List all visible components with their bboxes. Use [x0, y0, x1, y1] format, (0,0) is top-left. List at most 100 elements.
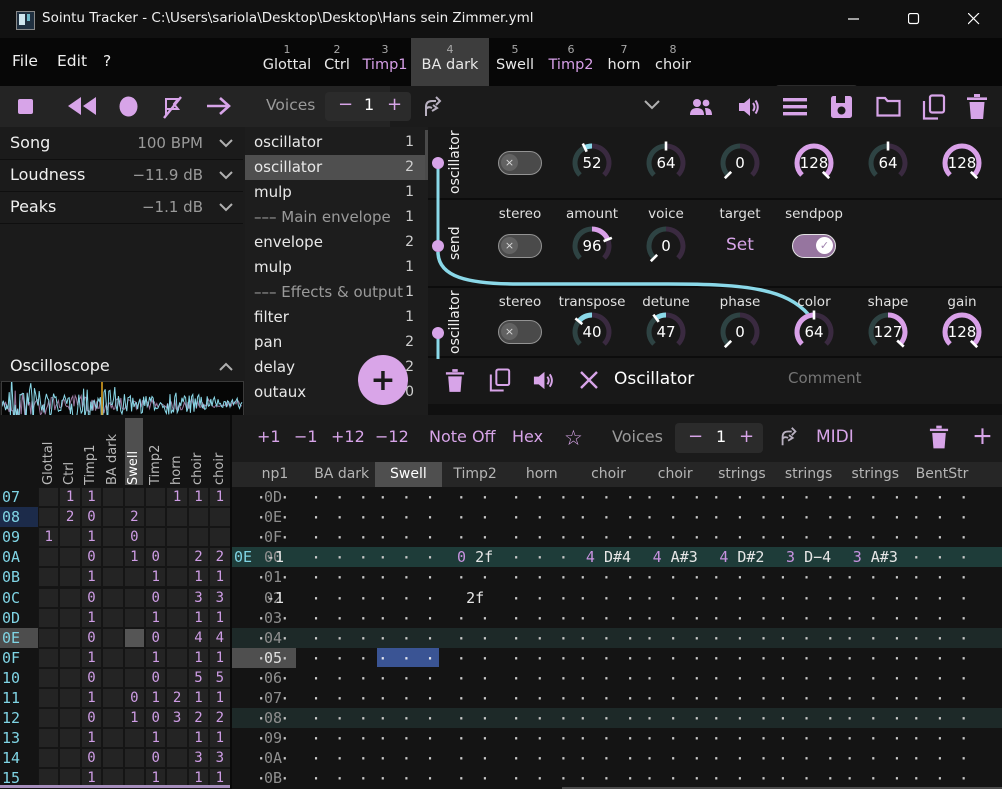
order-cell[interactable] — [102, 748, 123, 768]
order-cell[interactable] — [59, 628, 80, 648]
order-cell[interactable] — [102, 708, 123, 728]
order-cell[interactable]: 1 — [145, 648, 166, 668]
rewind-icon[interactable] — [68, 97, 96, 115]
copy-icon[interactable] — [489, 368, 511, 392]
order-cell[interactable] — [145, 527, 166, 547]
note-cell[interactable]: · · — [242, 748, 309, 770]
order-cell[interactable] — [124, 728, 145, 748]
note-cell[interactable]: · · · — [375, 728, 442, 750]
order-cell[interactable] — [166, 648, 187, 668]
note-cell[interactable]: · · — [242, 648, 309, 670]
stop-icon[interactable] — [18, 99, 33, 114]
note-cell[interactable]: 0 2f — [442, 547, 509, 567]
menu-icon[interactable] — [783, 97, 807, 117]
note-cell[interactable]: · · — [442, 668, 509, 690]
order-cell[interactable]: 0 — [81, 748, 102, 768]
note-toolbar-button-+12[interactable]: +12 — [331, 427, 365, 446]
note-track-header-choir-5[interactable]: choir — [575, 462, 642, 487]
note-cell[interactable]: · · · — [508, 567, 575, 589]
order-cell[interactable] — [38, 547, 59, 567]
note-cell[interactable]: · · · — [842, 588, 909, 610]
folder-icon[interactable] — [876, 96, 901, 117]
order-track-header-horn-6[interactable]: horn — [168, 418, 186, 485]
order-cell[interactable] — [209, 527, 230, 547]
note-cell[interactable]: · · · — [775, 608, 842, 630]
order-cell[interactable]: 1 — [81, 648, 102, 668]
order-cell[interactable] — [209, 507, 230, 527]
order-cell[interactable] — [102, 487, 123, 507]
note-cell[interactable]: · · — [242, 608, 309, 630]
order-cell[interactable]: 1 — [81, 527, 102, 547]
order-cell[interactable] — [59, 648, 80, 668]
note-cell[interactable]: · · · — [775, 487, 842, 509]
order-cell[interactable] — [38, 588, 59, 608]
follow-off-icon[interactable] — [160, 95, 184, 119]
note-cell[interactable]: · · · — [642, 588, 709, 610]
note-cell[interactable]: · · · — [375, 527, 442, 549]
note-cell[interactable]: · · · — [709, 708, 776, 730]
note-cell[interactable]: · · · — [308, 748, 375, 770]
order-cell[interactable] — [166, 608, 187, 628]
knob-amount[interactable]: 96 — [568, 222, 616, 270]
note-cell[interactable]: · · · — [575, 648, 642, 670]
order-cell[interactable] — [145, 487, 166, 507]
note-cell[interactable]: · · — [242, 768, 309, 789]
toggle-stereo[interactable]: × — [498, 234, 542, 258]
order-cell[interactable] — [124, 748, 145, 768]
note-cell[interactable]: · · · — [775, 688, 842, 710]
order-cell[interactable] — [59, 527, 80, 547]
note-cell[interactable]: · · · — [842, 507, 909, 529]
speaker-icon[interactable] — [737, 95, 761, 119]
order-cell[interactable] — [166, 588, 187, 608]
note-cell[interactable]: · · — [442, 487, 509, 509]
note-cell[interactable]: · · — [242, 487, 309, 509]
chevron-down-icon[interactable] — [644, 100, 660, 110]
order-cell[interactable] — [102, 728, 123, 748]
order-cell[interactable] — [59, 688, 80, 708]
order-cell[interactable]: 1 — [145, 688, 166, 708]
order-cell[interactable]: 1 — [59, 487, 80, 507]
menu-item-file[interactable]: File — [12, 52, 38, 70]
note-cell[interactable]: · · · — [775, 728, 842, 750]
order-cell[interactable] — [38, 648, 59, 668]
order-cell[interactable]: 3 — [209, 588, 230, 608]
unit-list-item--main-envelope[interactable]: ––– Main envelope1 — [245, 205, 428, 230]
note-cell[interactable]: · · · — [508, 628, 575, 650]
note-cell[interactable]: · · · — [642, 608, 709, 630]
note-cell[interactable]: · · · — [308, 507, 375, 529]
add-track-icon[interactable]: + — [972, 421, 993, 450]
note-cell[interactable]: -1 — [242, 547, 309, 567]
order-track-header-timp1-2[interactable]: Timp1 — [82, 418, 100, 485]
knob-param3[interactable]: 0 — [716, 139, 764, 187]
note-cell[interactable]: · · · — [375, 688, 442, 710]
add-unit-button[interactable]: + — [358, 355, 408, 405]
order-cell[interactable]: 4 — [209, 628, 230, 648]
note-cell[interactable]: · · · — [642, 728, 709, 750]
note-cell[interactable]: · · · — [308, 547, 375, 569]
split-icon[interactable] — [778, 426, 800, 448]
note-cell[interactable]: · · · — [375, 768, 442, 789]
song-panel-row-peaks[interactable]: Peaks−1.1 dB — [0, 191, 243, 224]
order-cell[interactable] — [166, 668, 187, 688]
order-cell[interactable] — [38, 748, 59, 768]
order-cell[interactable]: 2 — [124, 507, 145, 527]
note-cell[interactable]: · · · — [842, 648, 909, 670]
order-cell[interactable] — [59, 748, 80, 768]
note-cell[interactable]: · · · — [575, 527, 642, 549]
order-cell[interactable] — [59, 588, 80, 608]
note-track-header-ba dark-1[interactable]: BA dark — [308, 462, 375, 487]
note-cell[interactable]: · · · — [842, 608, 909, 630]
note-cell[interactable]: · · · — [842, 708, 909, 730]
note-cell[interactable]: · · — [242, 527, 309, 549]
order-cell[interactable]: 5 — [209, 668, 230, 688]
note-track-header-timp2-3[interactable]: Timp2 — [442, 462, 509, 487]
note-cell[interactable]: · · · — [642, 768, 709, 789]
note-cell[interactable]: · · · — [508, 768, 575, 789]
order-cell[interactable]: 1 — [188, 688, 209, 708]
order-cell[interactable]: 1 — [145, 567, 166, 587]
note-cell[interactable]: · · · — [909, 768, 976, 789]
order-cell[interactable] — [166, 628, 187, 648]
knob-transpose[interactable]: 40 — [568, 308, 616, 356]
order-cell[interactable]: 5 — [188, 668, 209, 688]
note-cell[interactable]: · · — [442, 527, 509, 549]
